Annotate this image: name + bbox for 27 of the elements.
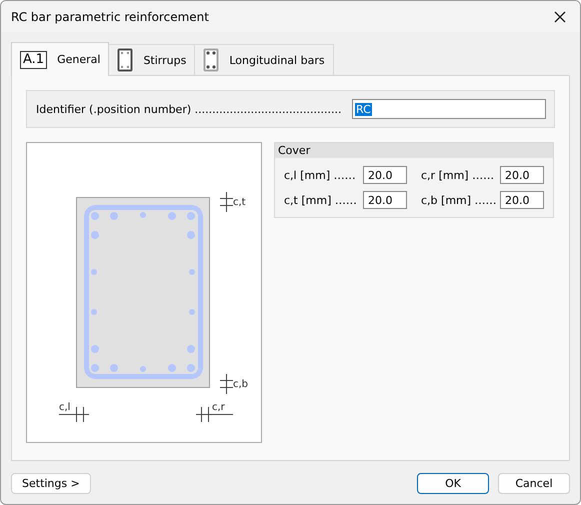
- cover-input[interactable]: 20.0: [363, 166, 407, 184]
- tab[interactable]: Longitudinal bars: [194, 44, 334, 75]
- dimension-label: c,l: [59, 402, 70, 413]
- dimension-label: c,b: [233, 379, 248, 390]
- identifier-field[interactable]: RC: [352, 99, 546, 119]
- window-title: RC bar parametric reinforcement: [11, 10, 209, 24]
- rectangle-icon: [203, 48, 220, 72]
- field-label: c,t [mm] ……: [284, 194, 357, 206]
- rectangle-icon: [117, 48, 134, 72]
- identifier-label: Identifier (.position number) ..........................................: [36, 102, 342, 116]
- group-header: Cover: [275, 143, 553, 158]
- settings-button[interactable]: Settings >: [11, 473, 91, 494]
- field-label: c,r [mm] ……: [421, 168, 494, 182]
- cover-input[interactable]: 20.0: [500, 191, 544, 209]
- dimension-label: c,r: [212, 402, 225, 413]
- cover-input[interactable]: 20.0: [363, 191, 407, 209]
- dialog-button[interactable]: Cancel: [498, 473, 570, 494]
- close-icon[interactable]: [554, 10, 566, 22]
- dialog-button[interactable]: OK: [417, 473, 489, 494]
- dimension-mark: [220, 192, 234, 212]
- tab-badge: A.1: [20, 50, 48, 68]
- dimension-label: c,t: [233, 197, 246, 208]
- cover-input[interactable]: 20.0: [500, 166, 544, 184]
- dimension-mark: [220, 374, 234, 394]
- field-label: c,l [mm] ……: [284, 168, 356, 182]
- field-label: c,b [mm] ……: [421, 194, 497, 206]
- tab[interactable]: A.1 General: [11, 42, 110, 76]
